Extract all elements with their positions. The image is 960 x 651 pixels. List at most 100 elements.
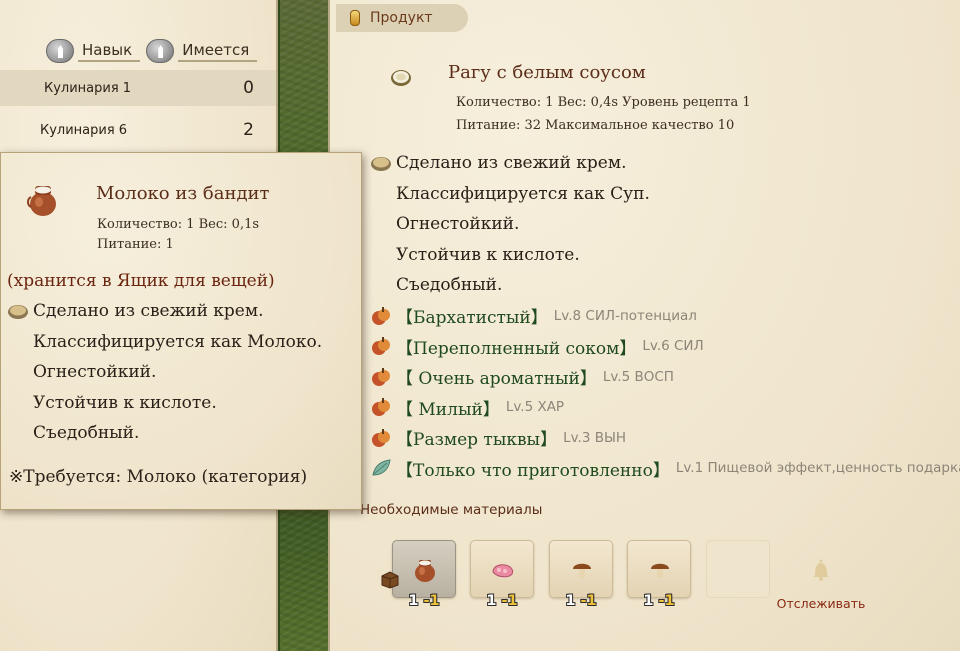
property-line: Сделано из свежий крем. <box>7 296 357 327</box>
stew-bowl-icon <box>391 70 411 86</box>
trait-name: 【Только что приготовленно】 <box>396 460 670 481</box>
material-delta: -1 <box>423 593 440 609</box>
material-owned: 1 <box>565 593 576 609</box>
trait-name: 【Размер тыквы】 <box>396 430 558 451</box>
trait-line[interactable]: 【Только что приготовленно】 Lv.1 Пищевой … <box>370 453 960 484</box>
storage-crate-icon <box>381 571 399 589</box>
empty-material-slot <box>706 540 770 598</box>
property-text: Классифицируется как Суп. <box>396 183 650 204</box>
skill-value: 2 <box>243 120 254 140</box>
material-owned: 1 <box>486 593 497 609</box>
tooltip-item-name: Молоко из бандит <box>96 183 270 204</box>
material-slot[interactable] <box>392 540 456 598</box>
fruit-icon <box>372 367 390 386</box>
material-count: 1 -1 <box>627 593 691 609</box>
property-text: Устойчив к кислоте. <box>396 244 580 265</box>
sort-by-available-button[interactable]: Имеется <box>146 39 258 63</box>
property-line: Классифицируется как Молоко. <box>7 327 357 358</box>
property-line: Классифицируется как Суп. <box>370 179 960 210</box>
fruit-icon <box>372 428 390 447</box>
property-text: Сделано из свежий крем. <box>396 153 627 174</box>
product-properties: Сделано из свежий крем. Классифицируется… <box>370 148 960 484</box>
item-tooltip: Молоко из бандит Количество: 1 Вес: 0,1s… <box>0 152 362 510</box>
trait-line[interactable]: 【Бархатистый】 Lv.8 СИЛ-потенциал <box>370 301 960 332</box>
skills-header: Навык Имеется <box>46 38 268 64</box>
product-tab-icon <box>350 10 360 26</box>
cream-icon <box>8 305 28 320</box>
sort-icon <box>46 39 74 63</box>
track-button[interactable]: Отслеживать <box>772 556 870 614</box>
milk-jug-icon <box>27 186 56 216</box>
property-text: Классифицируется как Молоко. <box>33 331 323 352</box>
milk-jug-icon <box>415 560 435 582</box>
material-count: 1 -1 <box>549 593 613 609</box>
property-text: Огнестойкий. <box>396 214 520 235</box>
property-line: Огнестойкий. <box>370 209 960 240</box>
materials-title: Необходимые материалы <box>360 502 543 518</box>
trait-level: Lv.1 Пищевой эффект,ценность подарка <box>675 460 960 477</box>
material-count: 1 -1 <box>470 593 534 609</box>
tooltip-properties: Сделано из свежий крем. Классифицируется… <box>7 296 357 449</box>
fruit-icon <box>372 306 390 325</box>
product-panel: Продукт Рагу с белым соусом Количество: … <box>328 0 960 651</box>
trait-level: Lv.3 ВЫН <box>563 429 627 446</box>
property-text: Съедобный. <box>396 275 503 296</box>
property-line: Устойчив к кислоте. <box>7 388 357 419</box>
material-slot[interactable] <box>470 540 534 598</box>
skill-row[interactable]: Кулинария 6 2 <box>0 112 276 148</box>
leaf-icon <box>372 459 391 476</box>
material-delta: -1 <box>501 593 518 609</box>
sort-by-skill-button[interactable]: Навык <box>46 39 141 63</box>
sort-icon <box>146 39 175 63</box>
product-name: Рагу с белым соусом <box>448 62 646 83</box>
skill-name: Кулинария 6 <box>40 122 128 138</box>
meat-icon <box>492 564 514 578</box>
property-line: Съедобный. <box>370 270 960 301</box>
fruit-icon <box>372 337 390 356</box>
material-delta: -1 <box>658 593 675 609</box>
property-line: Устойчив к кислоте. <box>370 240 960 271</box>
tooltip-storage-location: (хранится в Ящик для вещей) <box>7 271 275 291</box>
mushroom-icon <box>573 563 591 578</box>
property-text: Устойчив к кислоте. <box>33 392 217 413</box>
trait-line[interactable]: 【 Очень ароматный】 Lv.5 ВОСП <box>370 362 960 393</box>
mushroom-icon <box>651 563 669 578</box>
trait-level: Lv.8 СИЛ-потенциал <box>553 307 697 324</box>
trait-line[interactable]: 【Размер тыквы】 Lv.3 ВЫН <box>370 423 960 454</box>
skill-row[interactable]: Кулинария 1 0 <box>0 70 276 106</box>
cream-icon <box>371 157 391 172</box>
tab-product-label: Продукт <box>370 10 433 26</box>
skill-column-label: Навык <box>78 41 141 62</box>
property-line: Сделано из свежий крем. <box>370 148 960 179</box>
material-slot[interactable] <box>627 540 691 598</box>
property-text: Съедобный. <box>33 423 140 444</box>
fruit-icon <box>372 398 390 417</box>
property-line: Съедобный. <box>7 418 357 449</box>
skill-value: 0 <box>243 78 254 98</box>
trait-name: 【 Очень ароматный】 <box>396 369 597 390</box>
trait-level: Lv.5 ХАР <box>505 399 565 416</box>
trait-line[interactable]: 【 Милый】 Lv.5 ХАР <box>370 392 960 423</box>
trait-name: 【 Милый】 <box>396 399 500 420</box>
material-owned: 1 <box>408 593 419 609</box>
skill-name: Кулинария 1 <box>44 80 132 96</box>
trait-name: 【Переполненный соком】 <box>396 338 637 359</box>
tooltip-stats: Количество: 1 Вес: 0,1s <box>97 217 260 232</box>
material-slot[interactable] <box>549 540 613 598</box>
material-count: 1 -1 <box>392 593 456 609</box>
product-nutrition: Питание: 32 Максимальное качество 10 <box>456 118 735 133</box>
material-owned: 1 <box>643 593 654 609</box>
tab-product[interactable]: Продукт <box>336 4 468 32</box>
trait-name: 【Бархатистый】 <box>396 308 548 329</box>
track-label: Отслеживать <box>776 596 866 611</box>
property-line: Огнестойкий. <box>7 357 357 388</box>
trait-level: Lv.6 СИЛ <box>642 338 704 355</box>
trait-line[interactable]: 【Переполненный соком】 Lv.6 СИЛ <box>370 331 960 362</box>
material-delta: -1 <box>580 593 597 609</box>
property-text: Сделано из свежий крем. <box>33 301 264 322</box>
tooltip-nutrition: Питание: 1 <box>97 237 174 252</box>
available-column-label: Имеется <box>178 41 258 62</box>
property-text: Огнестойкий. <box>33 362 157 383</box>
bell-icon <box>813 559 829 581</box>
tooltip-requirement: ※Требуется: Молоко (категория) <box>9 467 308 487</box>
